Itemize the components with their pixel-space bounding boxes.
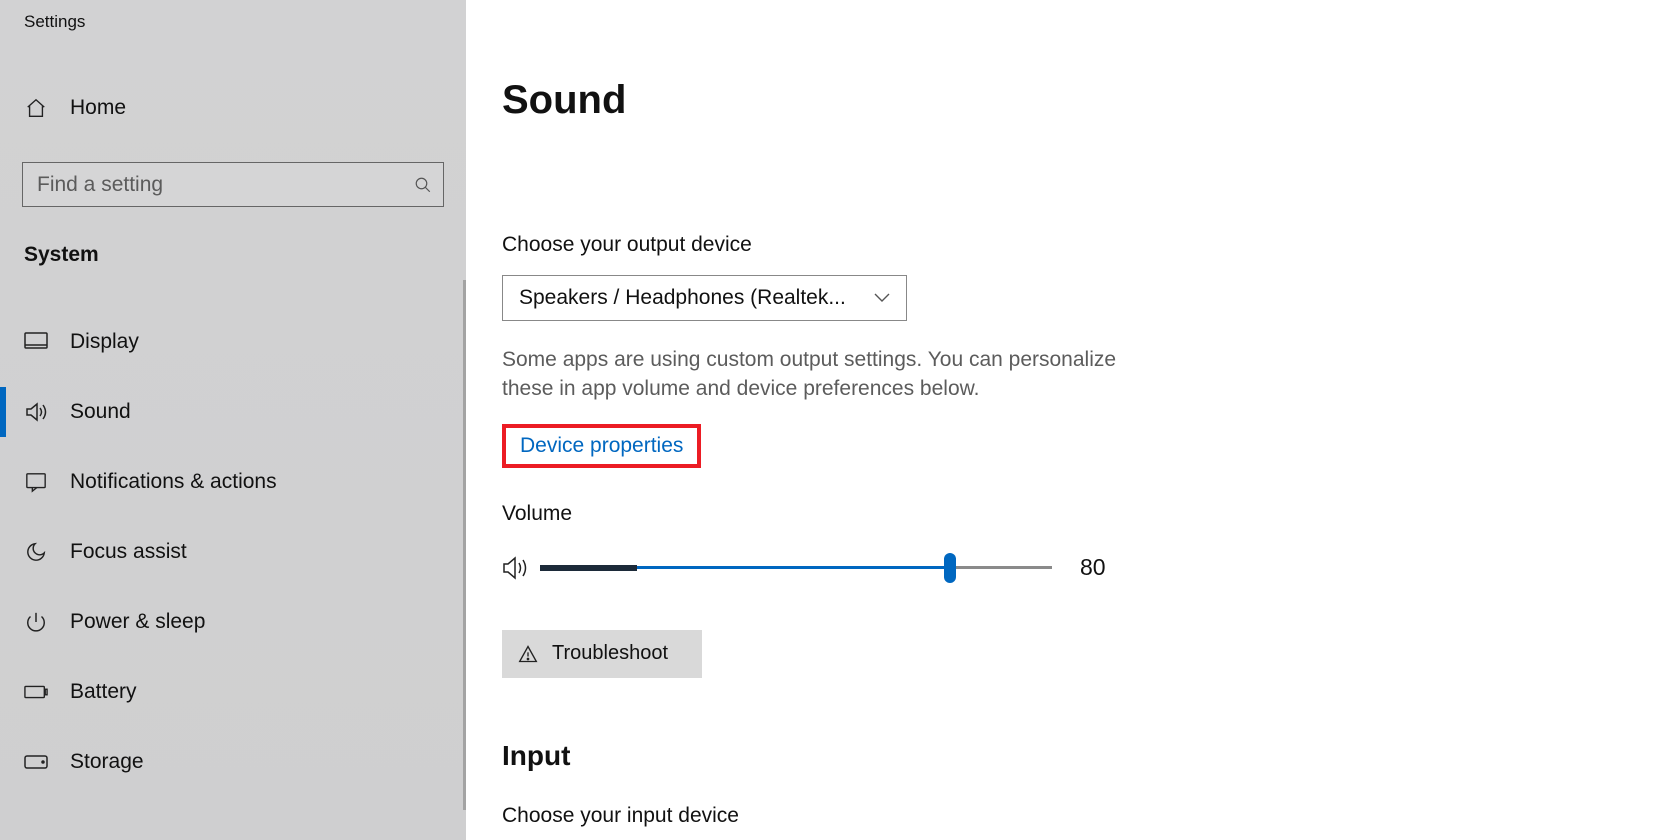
home-nav[interactable]: Home bbox=[0, 88, 466, 128]
sidebar-item-label: Battery bbox=[70, 680, 137, 704]
slider-thumb[interactable] bbox=[944, 553, 956, 583]
sidebar-item-power-sleep[interactable]: Power & sleep bbox=[0, 587, 466, 657]
nav-list: Display Sound bbox=[0, 307, 466, 797]
notifications-icon bbox=[24, 471, 48, 493]
power-icon bbox=[24, 611, 48, 633]
output-device-selected: Speakers / Headphones (Realtek... bbox=[519, 286, 846, 310]
sidebar-item-focus-assist[interactable]: Focus assist bbox=[0, 517, 466, 587]
input-device-label: Choose your input device bbox=[502, 804, 1680, 828]
volume-label: Volume bbox=[502, 502, 1680, 526]
volume-row: 80 bbox=[502, 552, 1680, 584]
sidebar-item-label: Display bbox=[70, 330, 139, 354]
volume-value: 80 bbox=[1080, 554, 1106, 581]
warning-icon bbox=[518, 644, 538, 664]
sidebar-item-sound[interactable]: Sound bbox=[0, 377, 466, 447]
troubleshoot-button[interactable]: Troubleshoot bbox=[502, 630, 702, 678]
sidebar-item-label: Power & sleep bbox=[70, 610, 205, 634]
page-title: Sound bbox=[502, 78, 1680, 123]
display-icon bbox=[24, 332, 48, 352]
battery-icon bbox=[24, 684, 48, 700]
device-properties-highlight: Device properties bbox=[502, 424, 701, 468]
sidebar-item-label: Sound bbox=[70, 400, 131, 424]
device-properties-link[interactable]: Device properties bbox=[520, 434, 683, 457]
sidebar-scrollbar[interactable] bbox=[463, 280, 466, 810]
sidebar-item-display[interactable]: Display bbox=[0, 307, 466, 377]
chevron-down-icon bbox=[874, 293, 890, 303]
output-device-dropdown[interactable]: Speakers / Headphones (Realtek... bbox=[502, 275, 907, 321]
slider-fill-dark bbox=[540, 565, 637, 571]
sound-icon bbox=[24, 401, 48, 423]
storage-icon bbox=[24, 755, 48, 769]
search-input[interactable] bbox=[23, 163, 403, 206]
main-content: Sound Choose your output device Speakers… bbox=[466, 0, 1680, 840]
input-heading: Input bbox=[502, 740, 1680, 772]
sidebar-item-label: Storage bbox=[70, 750, 144, 774]
focus-assist-icon bbox=[24, 541, 48, 563]
speaker-icon bbox=[502, 555, 530, 581]
search-box[interactable] bbox=[22, 162, 444, 207]
app-title: Settings bbox=[0, 0, 466, 32]
sidebar-item-storage[interactable]: Storage bbox=[0, 727, 466, 797]
home-icon bbox=[24, 97, 48, 119]
output-device-label: Choose your output device bbox=[502, 233, 1680, 257]
sidebar-item-label: Focus assist bbox=[70, 540, 187, 564]
sidebar-item-battery[interactable]: Battery bbox=[0, 657, 466, 727]
search-icon bbox=[403, 176, 443, 194]
output-helper-text: Some apps are using custom output settin… bbox=[502, 345, 1162, 404]
sidebar-item-label: Notifications & actions bbox=[70, 470, 277, 494]
troubleshoot-label: Troubleshoot bbox=[552, 642, 668, 665]
category-heading: System bbox=[0, 243, 466, 267]
settings-window: Settings Home System bbox=[0, 0, 1680, 840]
sidebar-item-notifications[interactable]: Notifications & actions bbox=[0, 447, 466, 517]
search-container bbox=[22, 162, 444, 207]
volume-slider[interactable] bbox=[540, 552, 1052, 584]
home-label: Home bbox=[70, 96, 126, 120]
sidebar: Settings Home System bbox=[0, 0, 466, 840]
